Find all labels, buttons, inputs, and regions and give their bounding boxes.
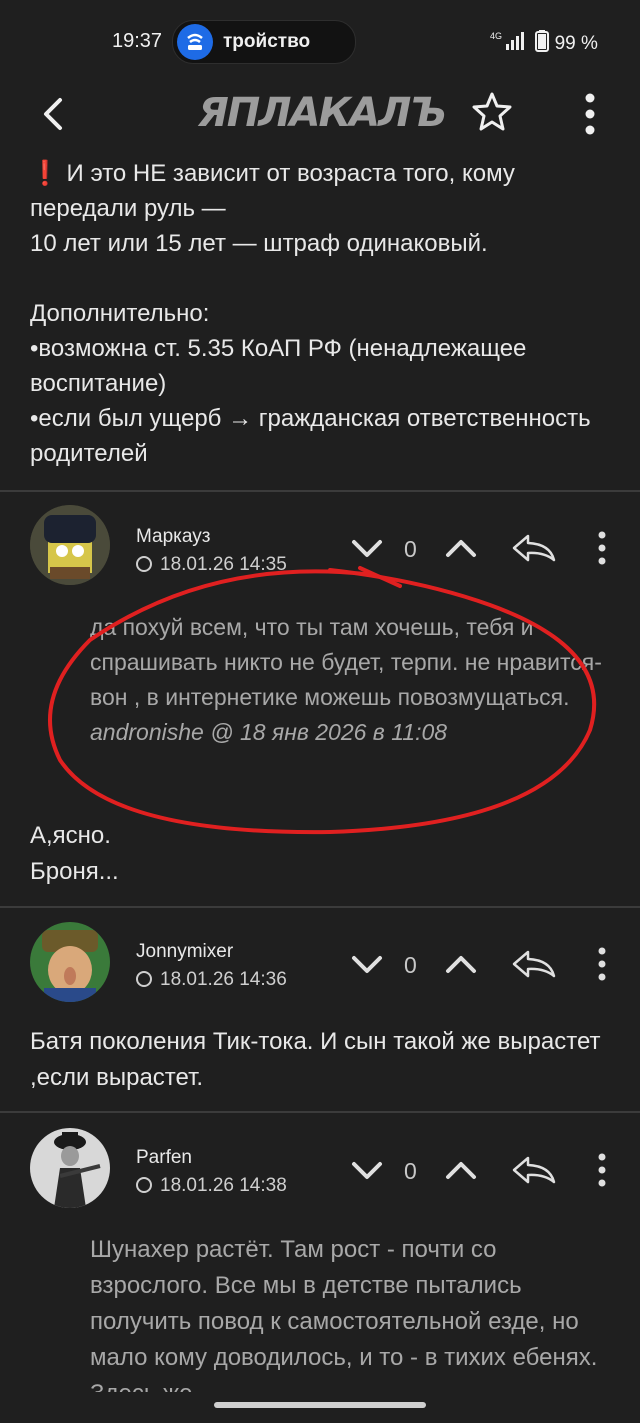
site-logo[interactable]: ЯПЛАКАЛЪ [198,90,447,136]
back-arrow-icon[interactable] [34,90,74,138]
more-options-icon[interactable] [572,88,608,140]
comment-score: 0 [404,952,417,978]
battery-icon [535,30,554,54]
comment-score: 0 [404,536,417,562]
comment-actions: 0 [350,1146,640,1196]
comment-actions: 0 [350,940,640,990]
comment-date: 18.01.26 14:36 [136,969,287,991]
battery-percent: 99 % [554,33,598,54]
comment-divider [0,490,640,492]
upvote-icon[interactable] [444,536,478,560]
upvote-icon[interactable] [444,1158,478,1182]
downvote-icon[interactable] [350,952,384,976]
post-body-text: ❗ И это НЕ зависит от возраста того, ком… [30,160,591,467]
gesture-nav-bar[interactable] [214,1402,426,1408]
device-icon [177,24,213,60]
comment-quote: Шунахер растёт. Там рост - почти со взро… [90,1236,598,1392]
downvote-icon[interactable] [350,536,384,560]
pill-label: тройство [223,31,311,52]
comment-username[interactable]: Маркауз [136,526,210,548]
comment-username[interactable]: Jonnymixer [136,941,233,963]
avatar[interactable] [30,1128,110,1208]
status-indicators: 4G 99 % [490,30,598,55]
comment-more-icon[interactable] [596,1152,608,1188]
app-bar: ЯПЛАКАЛЪ [0,84,640,144]
comment-divider [0,1111,640,1113]
comment-text: А,ясно. Броня... [30,822,119,885]
comment-score: 0 [404,1158,417,1184]
comment-text: Батя поколения Тик-тока. И сын такой же … [30,1028,601,1091]
avatar[interactable] [30,922,110,1002]
downvote-icon[interactable] [350,1158,384,1182]
reply-icon[interactable] [510,1154,558,1186]
signal-icon: 4G [490,31,535,54]
clock-icon [136,1177,152,1193]
comment-date: 18.01.26 14:38 [136,1175,287,1197]
comment-more-icon[interactable] [596,946,608,982]
comment-username[interactable]: Parfen [136,1147,192,1169]
status-bar: 19:37 тройство 4G 99 % [0,0,640,84]
comment-divider [0,906,640,908]
favorite-star-icon[interactable] [470,90,514,134]
status-time: 19:37 [112,30,163,52]
connected-device-pill[interactable]: тройство [172,20,356,64]
reply-icon[interactable] [510,948,558,980]
red-annotation-circle [48,566,597,835]
clock-icon [136,971,152,987]
svg-text:4G: 4G [490,31,502,41]
upvote-icon[interactable] [444,952,478,976]
